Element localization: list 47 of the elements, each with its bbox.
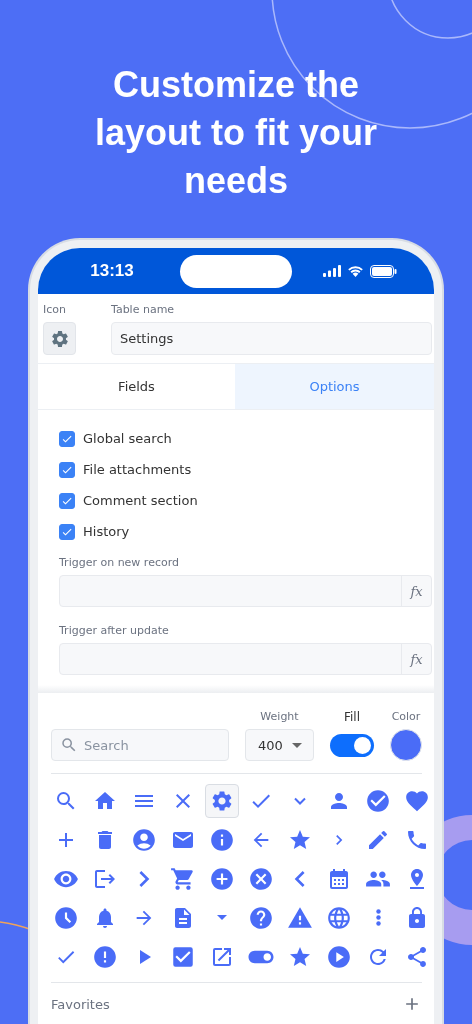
color-label: Color [390,709,422,725]
info-icon [209,826,235,853]
clock-icon [53,904,79,931]
checkbox-label: Comment section [83,493,198,508]
checkbox[interactable] [59,430,75,447]
icon-label: Icon [43,302,67,318]
formula-button[interactable]: fx [401,576,431,606]
gear-icon [49,328,70,349]
formula-button[interactable]: fx [401,644,431,674]
tab[interactable]: Options [235,364,434,409]
weight-select[interactable]: 400 [245,729,314,761]
checkbox-label: File attachments [83,462,192,477]
table-name-label: Table name [111,302,176,318]
calendar-icon [327,866,351,891]
share-icon [405,944,429,969]
caret-down-icon [292,742,302,748]
checkbox[interactable] [59,461,75,478]
globe-icon [326,904,352,931]
checkbox[interactable] [59,523,75,540]
headline: Customize the layout to fit your needs [94,63,378,203]
search-field[interactable]: Search [51,729,229,761]
settings-icon [210,788,234,813]
status-time: 13:13 [89,261,135,281]
trigger-label: Trigger after update [59,623,170,639]
checkbox-label: Global search [83,431,172,446]
search-icon [60,736,78,754]
favorites-label: Favorites [51,996,110,1012]
table-name-field[interactable]: Settings [111,322,432,355]
checkbox-label: History [83,524,130,539]
battery-icon [370,264,397,278]
checkbox[interactable] [59,492,75,509]
fill-toggle[interactable] [330,733,374,757]
signal-icon [323,265,341,277]
more-vertical-icon [375,909,381,926]
caret-down-icon [217,915,227,920]
trigger-field[interactable]: fx [59,575,432,607]
chevron-down-icon [294,796,306,805]
fill-label: Fill [343,709,361,725]
trigger-label: Trigger on new record [59,555,180,571]
help-icon [248,904,274,931]
trigger-field[interactable]: fx [59,643,432,675]
icon-picker-button[interactable] [43,322,76,355]
wifi-icon [347,265,364,277]
icon-option[interactable] [205,783,239,818]
cart-icon [170,865,196,892]
weight-label: Weight [259,709,300,725]
color-swatch[interactable] [390,729,422,761]
